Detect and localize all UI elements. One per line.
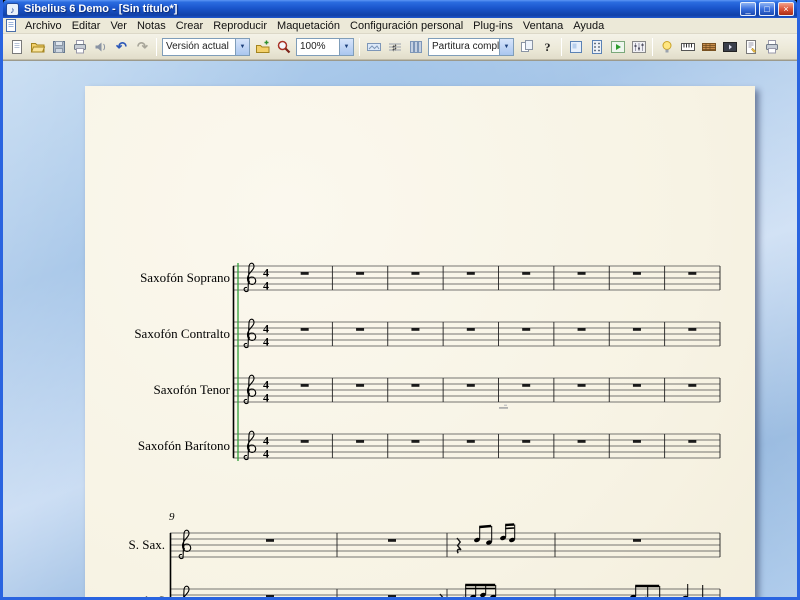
score-page[interactable]: 44444444 Saxofón Soprano Saxofón Contral… <box>85 86 755 597</box>
sibelius-window: ♪ Sibelius 6 Demo - [Sin título*] _ □ × … <box>0 0 800 600</box>
titlebar: ♪ Sibelius 6 Demo - [Sin título*] _ □ × <box>3 0 797 18</box>
transposing-score-icon[interactable]: ♯ <box>384 37 405 57</box>
staff-label-contralto[interactable]: Saxofón Contralto <box>85 326 230 342</box>
open-icon[interactable] <box>27 37 48 57</box>
menu-ayuda[interactable]: Ayuda <box>568 19 609 33</box>
svg-text:4: 4 <box>263 447 269 461</box>
undo-icon[interactable]: ↶ <box>111 37 132 57</box>
staff-label-baritono[interactable]: Saxofón Barítono <box>85 438 230 454</box>
toolbar-separator <box>156 37 157 56</box>
export-audio-icon[interactable] <box>90 37 111 57</box>
window-title: Sibelius 6 Demo - [Sin título*] <box>24 3 178 15</box>
video-icon[interactable] <box>719 37 740 57</box>
version-dropdown[interactable]: Versión actual ▼ <box>162 37 250 56</box>
magnifier-icon[interactable] <box>273 37 294 57</box>
toolbar: ↶ ↷ Versión actual ▼ 100% ▼ ♯ Partitura … <box>3 34 797 60</box>
fretboard-icon[interactable] <box>698 37 719 57</box>
help-button[interactable]: ? <box>537 37 558 57</box>
mixer-icon[interactable] <box>628 37 649 57</box>
panorama-icon[interactable] <box>363 37 384 57</box>
layout-marks-icon[interactable] <box>405 37 426 57</box>
chevron-down-icon: ▼ <box>235 38 249 55</box>
svg-text:4: 4 <box>263 322 269 336</box>
edit-parts-icon[interactable] <box>516 37 537 57</box>
toolbar-separator <box>652 37 653 56</box>
menu-editar[interactable]: Editar <box>67 19 106 33</box>
svg-text:4: 4 <box>263 391 269 405</box>
svg-text:4: 4 <box>263 378 269 392</box>
toolbar-separator <box>561 37 562 56</box>
redo-icon[interactable]: ↷ <box>132 37 153 57</box>
svg-text:4: 4 <box>263 434 269 448</box>
menu-ventana[interactable]: Ventana <box>518 19 568 33</box>
menubar: Archivo Editar Ver Notas Crear Reproduci… <box>3 18 797 34</box>
measure-number: 9 <box>169 511 175 523</box>
document-icon[interactable] <box>5 19 18 32</box>
staff-label-a-sax[interactable]: A. S <box>85 593 165 597</box>
save-version-icon[interactable] <box>252 37 273 57</box>
ideas-icon[interactable] <box>656 37 677 57</box>
new-score-icon[interactable] <box>6 37 27 57</box>
print-icon[interactable] <box>69 37 90 57</box>
svg-text:4: 4 <box>263 266 269 280</box>
menu-configuracion-personal[interactable]: Configuración personal <box>345 19 468 33</box>
svg-text:4: 4 <box>263 335 269 349</box>
svg-text:4: 4 <box>263 279 269 293</box>
playback-window-icon[interactable] <box>607 37 628 57</box>
staff-label-tenor[interactable]: Saxofón Tenor <box>85 382 230 398</box>
keypad-icon[interactable] <box>586 37 607 57</box>
save-icon[interactable] <box>48 37 69 57</box>
minimize-button[interactable]: _ <box>740 2 756 16</box>
staff-label-soprano[interactable]: Saxofón Soprano <box>85 270 230 286</box>
menu-archivo[interactable]: Archivo <box>20 19 67 33</box>
properties-icon[interactable] <box>761 37 782 57</box>
menu-maquetacion[interactable]: Maquetación <box>272 19 345 33</box>
menu-crear[interactable]: Crear <box>171 19 209 33</box>
app-icon: ♪ <box>6 2 19 16</box>
zoom-dropdown[interactable]: 100% ▼ <box>296 37 354 56</box>
chevron-down-icon: ▼ <box>499 38 513 55</box>
keyboard-icon[interactable] <box>677 37 698 57</box>
staff-label-s-sax[interactable]: S. Sax. <box>85 537 165 553</box>
focus-dropdown[interactable]: Partitura complet ▼ <box>428 37 514 56</box>
menu-plugins[interactable]: Plug-ins <box>468 19 518 33</box>
svg-text:♪: ♪ <box>10 5 15 15</box>
maximize-button[interactable]: □ <box>759 2 775 16</box>
menu-ver[interactable]: Ver <box>105 19 132 33</box>
document-area[interactable]: 44444444 Saxofón Soprano Saxofón Contral… <box>3 60 797 597</box>
chevron-down-icon: ▼ <box>339 38 353 55</box>
worksheet-icon[interactable] <box>740 37 761 57</box>
menu-notas[interactable]: Notas <box>132 19 171 33</box>
navigator-icon[interactable] <box>565 37 586 57</box>
svg-text:♯: ♯ <box>392 42 397 52</box>
close-button[interactable]: × <box>778 2 794 16</box>
menu-reproducir[interactable]: Reproducir <box>208 19 272 33</box>
toolbar-separator <box>359 37 360 56</box>
